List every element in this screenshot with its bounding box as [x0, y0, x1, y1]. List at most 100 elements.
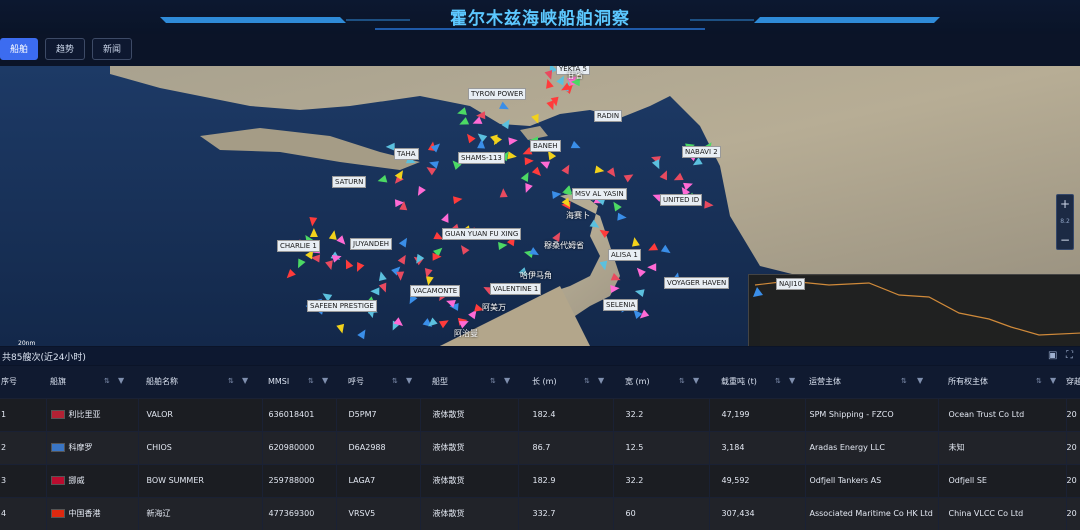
zoom-out-button[interactable]: − — [1057, 231, 1073, 249]
vessel-label-juyandeh[interactable]: JUYANDEH — [350, 238, 393, 250]
vessel-marker[interactable] — [370, 287, 380, 296]
filter-icon[interactable]: ▼ — [789, 376, 795, 385]
col-header-length[interactable]: 长 (m) ⇅ ▼ — [518, 366, 613, 398]
vessel-marker[interactable] — [353, 261, 365, 274]
vessel-marker[interactable] — [476, 111, 486, 120]
vessel-marker[interactable] — [589, 219, 602, 232]
vessel-marker[interactable] — [309, 228, 318, 237]
filter-icon[interactable]: ▼ — [242, 376, 248, 385]
filter-icon[interactable]: ▼ — [118, 376, 124, 385]
sort-icon[interactable]: ⇅ — [1036, 377, 1042, 385]
vessel-label-safeen-prestige[interactable]: SAFEEN PRESTIGE — [307, 300, 377, 312]
vessel-marker[interactable] — [630, 236, 640, 247]
filter-icon[interactable]: ▼ — [917, 376, 923, 385]
vessel-label-shams-113[interactable]: SHAMS-113 — [458, 152, 505, 164]
vessel-label-charlie-1[interactable]: CHARLIE 1 — [277, 240, 320, 252]
vessel-marker[interactable] — [308, 216, 318, 227]
vessel-label-selenia[interactable]: SELENIA — [603, 299, 639, 311]
table-row[interactable]: 3 挪威 BOW SUMMER 259788000 LAGA7 液体散货 182.9 32.2… — [0, 463, 1080, 497]
vessel-marker[interactable] — [507, 151, 517, 160]
sort-icon[interactable]: ⇅ — [392, 377, 398, 385]
tab-trends[interactable]: 趋势 — [45, 38, 85, 60]
sort-icon[interactable]: ⇅ — [775, 377, 781, 385]
col-header-operator[interactable]: 运营主体 ⇅ ▼ — [805, 366, 938, 398]
vessel-marker[interactable] — [378, 282, 390, 294]
vessel-label-nabavi-2[interactable]: NABAVI 2 — [682, 146, 721, 158]
col-header-dwt[interactable]: 载重吨 (t) ⇅ ▼ — [709, 366, 805, 398]
filter-icon[interactable]: ▼ — [406, 376, 412, 385]
vessel-marker[interactable] — [396, 271, 405, 281]
vessel-label-taha[interactable]: TAHA — [394, 148, 419, 160]
vessel-label-radin[interactable]: RADIN — [594, 110, 623, 122]
vessel-marker[interactable] — [501, 117, 513, 130]
vessel-marker[interactable] — [452, 195, 463, 205]
vessel-marker[interactable] — [336, 235, 348, 247]
vessel-marker[interactable] — [544, 78, 554, 89]
vessel-marker[interactable] — [599, 260, 609, 271]
vessel-marker[interactable] — [522, 183, 533, 194]
vessel-marker[interactable] — [520, 170, 532, 183]
vessel-label-vacamonte[interactable]: VACAMONTE — [410, 285, 461, 297]
table-row[interactable]: 1 利比里亚 VALOR 636018401 D5PM7 液体散货 182.4 32.2 47,… — [0, 397, 1080, 431]
filter-icon[interactable]: ▼ — [1050, 376, 1056, 385]
vessel-marker[interactable] — [672, 172, 684, 184]
vessel-marker[interactable] — [441, 212, 452, 223]
vessel-marker[interactable] — [659, 169, 671, 181]
vessel-marker[interactable] — [456, 107, 467, 117]
vessel-label-saturn[interactable]: SATURN — [332, 176, 367, 188]
vessel-marker[interactable] — [610, 200, 622, 212]
vessel-marker[interactable] — [647, 263, 657, 272]
col-header-callsign[interactable]: 呼号 ⇅ ▼ — [336, 366, 420, 398]
vessel-marker[interactable] — [623, 171, 636, 183]
vessel-marker[interactable] — [464, 131, 476, 144]
vessel-label-alisa-1[interactable]: ALISA 1 — [608, 249, 641, 261]
vessel-marker[interactable] — [561, 163, 572, 175]
table-row[interactable]: 2 科摩罗 CHIOS 620980000 D6A2988 液体散货 86.7 12.5 3,1… — [0, 430, 1080, 464]
vessel-marker[interactable] — [683, 180, 694, 191]
vessel-marker[interactable] — [556, 74, 567, 86]
vessel-marker[interactable] — [610, 284, 620, 293]
vessel-marker[interactable] — [328, 230, 338, 240]
filter-icon[interactable]: ▼ — [504, 376, 510, 385]
sort-icon[interactable]: ⇅ — [104, 377, 110, 385]
vessel-marker[interactable] — [377, 270, 387, 282]
vessel-marker[interactable] — [438, 317, 451, 329]
vessel-label-baneh[interactable]: BANEH — [530, 140, 561, 152]
vessel-marker[interactable] — [499, 101, 511, 113]
tab-vessels[interactable]: 船舶 — [0, 38, 38, 60]
sort-icon[interactable]: ⇅ — [679, 377, 685, 385]
vessel-label-msv-al-yasin[interactable]: MSV AL YASIN — [572, 188, 627, 200]
col-header-width[interactable]: 宽 (m) ⇅ ▼ — [613, 366, 709, 398]
filter-icon[interactable]: ▼ — [598, 376, 604, 385]
vessel-label-naji10[interactable]: NAJI10 — [776, 278, 806, 290]
sort-icon[interactable]: ⇅ — [584, 377, 590, 385]
vessel-marker[interactable] — [597, 226, 610, 239]
vessel-marker[interactable] — [376, 174, 388, 185]
vessel-map[interactable]: YEKTA 5 TYRON POWER RADIN TAHA SHAMS-113… — [0, 66, 1080, 346]
col-header-mmsi[interactable]: MMSI ⇅ ▼ — [262, 366, 336, 398]
vessel-marker[interactable] — [660, 244, 673, 257]
vessel-marker[interactable] — [357, 327, 369, 340]
vessel-marker[interactable] — [397, 253, 409, 265]
vessel-marker[interactable] — [610, 272, 622, 284]
vessel-marker[interactable] — [634, 265, 646, 278]
table-row[interactable]: 4 中国香港 新海辽 477369300 VRSV5 液体散货 332.7 60 307,434… — [0, 496, 1080, 530]
vessel-marker[interactable] — [325, 260, 335, 271]
zoom-in-button[interactable]: + — [1057, 195, 1073, 213]
vessel-marker[interactable] — [342, 258, 354, 270]
vessel-marker[interactable] — [531, 166, 544, 179]
vessel-marker[interactable] — [704, 200, 714, 210]
vessel-marker[interactable] — [508, 136, 518, 146]
vessel-marker[interactable] — [651, 159, 663, 171]
vessel-marker[interactable] — [458, 117, 470, 128]
col-header-flag[interactable]: 船旗 ⇅ ▼ — [46, 366, 138, 398]
vessel-marker[interactable] — [606, 167, 619, 179]
sort-icon[interactable]: ⇅ — [308, 377, 314, 385]
vessel-label-tyron-power[interactable]: TYRON POWER — [468, 88, 527, 100]
col-header-crossing[interactable]: 穿越 — [1066, 366, 1080, 398]
sort-icon[interactable]: ⇅ — [490, 377, 496, 385]
vessel-marker[interactable] — [477, 139, 486, 149]
sort-icon[interactable]: ⇅ — [901, 377, 907, 385]
vessel-marker[interactable] — [551, 190, 562, 199]
col-header-owner[interactable]: 所有权主体 ⇅ ▼ — [938, 366, 1066, 398]
